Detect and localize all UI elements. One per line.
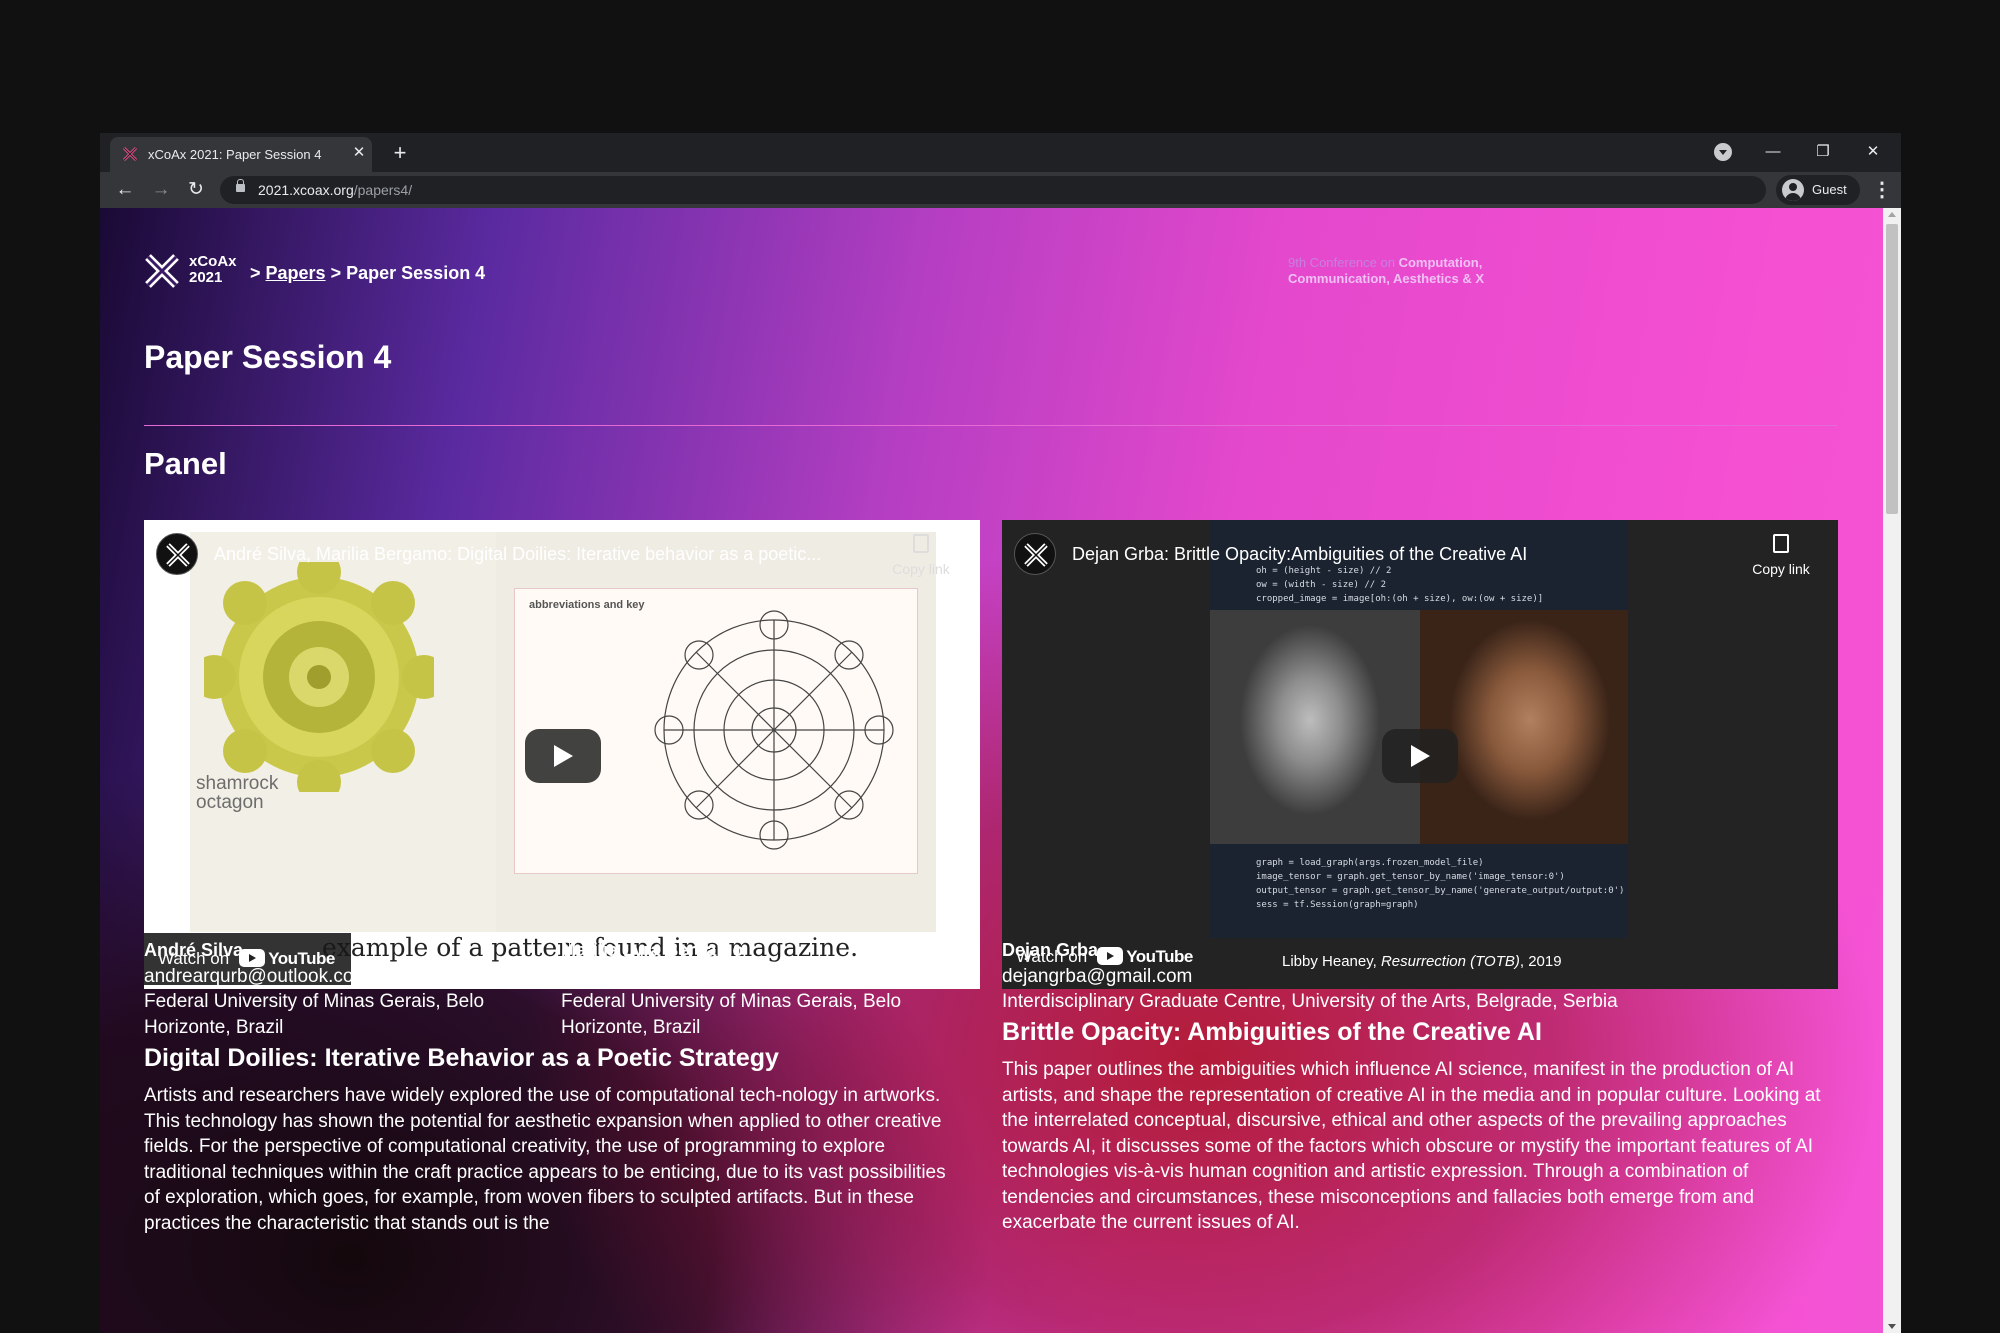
tagline-bold-1: Computation,: [1398, 255, 1483, 270]
author-name: Marilia Lyra Bergamo: [561, 940, 744, 960]
author-block: André Silva andrearqurb@outlook.com Fede…: [144, 938, 554, 1040]
section-title: Panel: [144, 446, 227, 481]
xcoax-favicon-icon: [122, 146, 138, 162]
page-title: Paper Session 4: [144, 339, 392, 375]
pattern-heading: abbreviations and key: [529, 599, 645, 611]
paper-abstract: Artists and researchers have widely expl…: [144, 1085, 946, 1234]
author-affiliation: Federal University of Minas Gerais, Belo…: [561, 991, 902, 1038]
more-menu-icon[interactable]: ⋮: [1872, 177, 1892, 203]
channel-avatar-icon[interactable]: [156, 533, 198, 575]
lock-icon[interactable]: [236, 179, 245, 192]
author-email[interactable]: andrearqurb@outlook.com: [144, 964, 554, 990]
browser-toolbar: ← → ↻ 2021.xcoax.org/papers4/ Guest ⋮: [100, 172, 1901, 208]
page-content: xCoAx 2021 > Papers > Paper Session 4 9t…: [100, 208, 1883, 1333]
author-name: Dejan Grba: [1002, 940, 1099, 960]
conference-tagline: 9th Conference on Computation, Communica…: [1288, 255, 1548, 287]
profile-avatar-icon: [1782, 179, 1804, 201]
reload-icon[interactable]: ↻: [183, 177, 209, 203]
logo-line-1: xCoAx: [189, 253, 237, 270]
logo-text[interactable]: xCoAx 2021: [189, 254, 237, 286]
tab-strip: xCoAx 2021: Paper Session 4 ✕ + — ❐ ✕: [100, 133, 1901, 172]
play-button[interactable]: [525, 729, 601, 783]
copy-link-button[interactable]: Copy link: [876, 534, 966, 577]
logo-line-2: 2021: [189, 269, 223, 286]
video-embed-digital-doilies[interactable]: shamrock octagon abbreviations and key A…: [144, 520, 980, 989]
author-affiliation: Federal University of Minas Gerais, Belo…: [144, 991, 485, 1038]
copy-icon: [913, 534, 929, 553]
doily-photo: shamrock octagon: [190, 532, 496, 932]
divider: [144, 425, 1837, 426]
address-bar[interactable]: 2021.xcoax.org/papers4/: [220, 176, 1766, 204]
author-email[interactable]: marilialb@ufmg.br: [561, 964, 971, 990]
video-face-right: [1420, 610, 1628, 844]
close-window-icon[interactable]: ✕: [1858, 139, 1888, 165]
play-button[interactable]: [1382, 729, 1458, 783]
tab-search-icon[interactable]: [1714, 143, 1732, 161]
crochet-doily-image: [204, 562, 434, 792]
author-block: Marilia Lyra Bergamo marilialb@ufmg.br F…: [561, 938, 971, 1040]
crochet-pattern-chart: [654, 610, 894, 850]
thumbnail-label: shamrock octagon: [196, 773, 279, 813]
new-tab-icon[interactable]: +: [388, 142, 412, 166]
browser-window: xCoAx 2021: Paper Session 4 ✕ + — ❐ ✕ ← …: [100, 133, 1901, 1333]
author-name: André Silva: [144, 940, 244, 960]
video-face-left: [1210, 610, 1420, 844]
profile-button[interactable]: Guest: [1776, 175, 1860, 205]
paper-abstract: This paper outlines the ambiguities whic…: [1002, 1059, 1821, 1233]
forward-icon[interactable]: →: [148, 177, 174, 203]
copy-link-button[interactable]: Copy link: [1736, 534, 1826, 577]
scrollbar-thumb[interactable]: [1886, 224, 1898, 514]
channel-avatar-icon[interactable]: [1014, 533, 1056, 575]
tab-title: xCoAx 2021: Paper Session 4: [148, 147, 322, 162]
browser-tab[interactable]: xCoAx 2021: Paper Session 4 ✕: [110, 137, 372, 172]
back-icon[interactable]: ←: [112, 177, 138, 203]
profile-label: Guest: [1812, 182, 1847, 197]
author-block: Dejan Grba dejangrba@gmail.com Interdisc…: [1002, 938, 1832, 1015]
scroll-down-icon[interactable]: [1888, 1324, 1896, 1329]
breadcrumb-separator: >: [250, 263, 261, 283]
scroll-up-icon[interactable]: [1888, 212, 1896, 217]
video-title[interactable]: Dejan Grba: Brittle Opacity:Ambiguities …: [1072, 544, 1527, 565]
breadcrumb-papers-link[interactable]: Papers: [266, 263, 326, 283]
tagline-bold-2: Communication, Aesthetics & X: [1288, 271, 1484, 286]
breadcrumb-current: Paper Session 4: [346, 263, 486, 283]
paper-title: Digital Doilies: Iterative Behavior as a…: [144, 1044, 779, 1072]
author-email[interactable]: dejangrba@gmail.com: [1002, 964, 1832, 990]
copy-link-label: Copy link: [892, 561, 950, 577]
paper-title: Brittle Opacity: Ambiguities of the Crea…: [1002, 1018, 1542, 1046]
xcoax-logo-icon[interactable]: [144, 253, 180, 289]
breadcrumb-separator: >: [330, 263, 342, 283]
video-embed-brittle-opacity[interactable]: oh = (height - size) // 2 ow = (width - …: [1002, 520, 1838, 989]
restore-icon[interactable]: ❐: [1808, 139, 1838, 165]
close-tab-icon[interactable]: ✕: [350, 144, 368, 162]
url-text[interactable]: 2021.xcoax.org/papers4/: [258, 182, 412, 198]
page-scrollbar[interactable]: [1883, 208, 1901, 1333]
author-affiliation: Interdisciplinary Graduate Centre, Unive…: [1002, 991, 1618, 1012]
copy-link-label: Copy link: [1752, 561, 1810, 577]
video-title[interactable]: André Silva, Marilia Bergamo: Digital Do…: [214, 544, 821, 565]
breadcrumb: > Papers > Paper Session 4: [250, 263, 485, 284]
tagline-prefix: 9th Conference on: [1288, 255, 1395, 270]
minimize-icon[interactable]: —: [1758, 139, 1788, 165]
copy-icon: [1773, 534, 1789, 553]
